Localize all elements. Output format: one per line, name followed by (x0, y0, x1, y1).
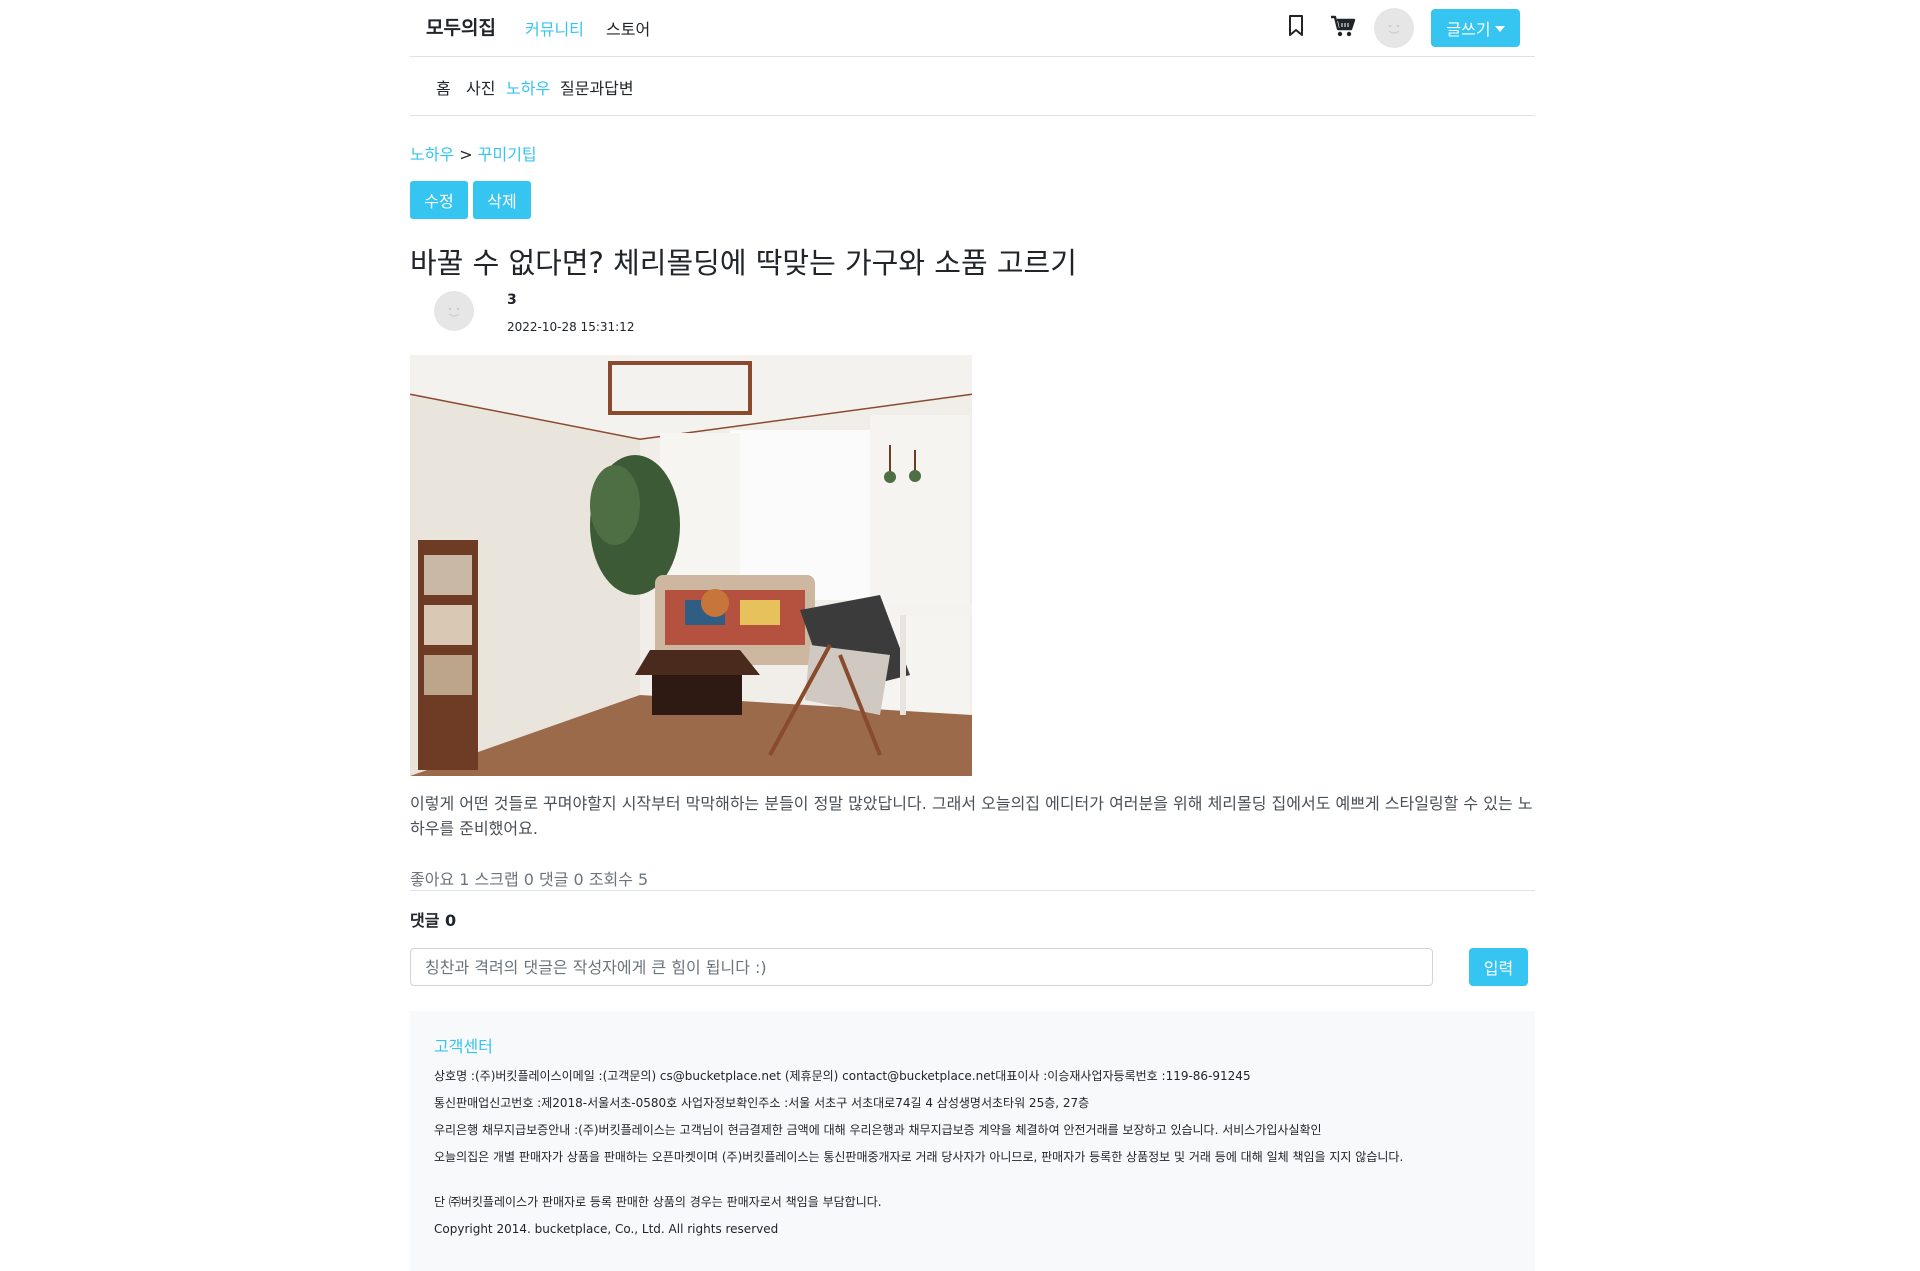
breadcrumb-root[interactable]: 노하우 (410, 145, 454, 164)
breadcrumb-current[interactable]: 꾸미기팁 (478, 145, 537, 164)
cart-icon[interactable] (1330, 14, 1356, 38)
footer-registration-info: 통신판매업신고번호 :제2018-서울서초-0580호 사업자정보확인주소 :서… (434, 1096, 1090, 1110)
sub-navbar: 홈 사진 노하우 질문과답변 (410, 57, 1535, 116)
post-body: 이렇게 어떤 것들로 꾸며야할지 시작부터 막막해하는 분들이 정말 많았답니다… (410, 794, 1533, 838)
delete-button[interactable]: 삭제 (473, 181, 531, 219)
page-container: 모두의집 커뮤니티 스토어 글쓰기 홈 사진 노하우 질문과답변 노하우 > 꾸… (410, 0, 1535, 1271)
breadcrumb-separator: > (459, 145, 473, 164)
customer-center-link[interactable]: 고객센터 (434, 1033, 493, 1057)
footer-seller-notice: 단 ㈜버킷플레이스가 판매자로 등록 판매한 상품의 경우는 판매자로서 책임을… (434, 1195, 882, 1209)
caret-down-icon (1494, 26, 1505, 32)
comment-submit-button[interactable]: 입력 (1469, 948, 1528, 986)
write-label: 글쓰기 (1446, 20, 1491, 39)
subnav-home[interactable]: 홈 (436, 75, 451, 99)
subnav-qna[interactable]: 질문과답변 (560, 75, 634, 99)
author-name[interactable]: 3 (507, 292, 517, 308)
nav-store[interactable]: 스토어 (606, 16, 650, 40)
user-avatar[interactable] (1374, 8, 1414, 48)
footer-escrow-info: 우리은행 채무지급보증안내 :(주)버킷플레이스는 고객님이 현금결제한 금액에… (434, 1123, 1322, 1137)
comment-label: 댓글 (410, 911, 440, 930)
subnav-knowhow[interactable]: 노하우 (506, 75, 550, 99)
top-navbar: 모두의집 커뮤니티 스토어 글쓰기 (410, 0, 1535, 57)
smiley-icon (1388, 24, 1400, 34)
nav-community[interactable]: 커뮤니티 (525, 16, 584, 40)
footer-disclaimer: 오늘의집은 개별 판매자가 상품을 판매하는 오픈마켓이며 (주)버킷플레이스는… (434, 1150, 1404, 1164)
author-avatar[interactable] (434, 291, 474, 331)
footer-company-info: 상호명 :(주)버킷플레이스이메일 :(고객문의) cs@bucketplace… (434, 1069, 1251, 1083)
subnav-photo[interactable]: 사진 (466, 75, 495, 99)
post-image (410, 355, 972, 776)
comment-input[interactable] (410, 948, 1433, 986)
edit-button[interactable]: 수정 (410, 181, 468, 219)
comment-count-heading: 댓글 0 (410, 907, 456, 931)
breadcrumb: 노하우 > 꾸미기팁 (410, 141, 537, 165)
post-title: 바꿀 수 없다면? 체리몰딩에 딱맞는 가구와 소품 고르기 (410, 246, 1077, 280)
smiley-icon (448, 307, 460, 317)
write-dropdown-button[interactable]: 글쓰기 (1431, 9, 1520, 47)
bookmark-icon[interactable] (1286, 14, 1306, 38)
brand-logo[interactable]: 모두의집 (426, 13, 496, 40)
comment-count: 0 (445, 911, 457, 930)
footer-copyright: Copyright 2014. bucketplace, Co., Ltd. A… (434, 1222, 779, 1236)
divider (410, 890, 1535, 891)
post-date: 2022-10-28 15:31:12 (507, 320, 635, 334)
post-stats: 좋아요 1 스크랩 0 댓글 0 조회수 5 (410, 870, 649, 889)
footer: 고객센터 상호명 :(주)버킷플레이스이메일 :(고객문의) cs@bucket… (410, 1011, 1535, 1271)
